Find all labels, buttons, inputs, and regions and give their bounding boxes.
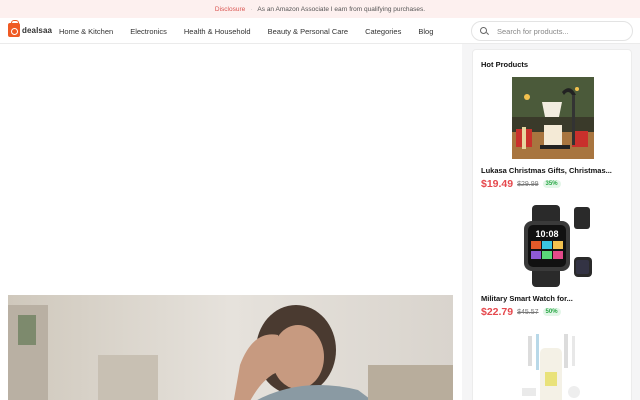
search-input[interactable] (497, 26, 627, 36)
logo-text: dealsaa (22, 25, 53, 35)
nav-item-electronics[interactable]: Electronics (130, 27, 167, 36)
article-hero-image (8, 295, 453, 400)
disclosure-text: As an Amazon Associate I earn from quali… (257, 5, 426, 13)
disclosure-label[interactable]: Disclosure (215, 6, 245, 13)
site-logo[interactable]: dealsaa (8, 20, 53, 37)
product-image-bottle-brush-set[interactable] (512, 332, 594, 400)
nav-item-home-kitchen[interactable]: Home & Kitchen (59, 27, 113, 36)
nav-item-categories[interactable]: Categories (365, 27, 401, 36)
discount-badge: 50% (542, 308, 561, 316)
product-price: $22.79 (481, 306, 514, 318)
shopping-bag-logo-icon (8, 20, 20, 37)
nav-item-beauty-personal-care[interactable]: Beauty & Personal Care (268, 27, 348, 36)
disclosure-separator: · (250, 5, 253, 13)
price-row: $19.49 $29.99 35% (481, 178, 561, 190)
main-content (0, 44, 462, 400)
sidebar-title: Hot Products (481, 60, 529, 69)
product-old-price: $29.99 (517, 180, 539, 188)
discount-badge: 35% (542, 180, 561, 188)
main-nav: Home & Kitchen Electronics Health & Hous… (59, 18, 450, 44)
stressed-woman-photo (8, 295, 453, 400)
product-name[interactable]: Lukasa Christmas Gifts, Christmas... (481, 166, 612, 175)
search-box[interactable] (471, 21, 633, 41)
product-name[interactable]: Military Smart Watch for... (481, 294, 573, 303)
hot-products-sidebar: Hot Products Lukasa Christmas Gifts, Chr… (472, 49, 632, 400)
product-old-price: $45.57 (517, 308, 539, 316)
search-icon[interactable] (480, 26, 489, 36)
nav-item-health-household[interactable]: Health & Household (184, 27, 251, 36)
product-price: $19.49 (481, 178, 514, 190)
disclosure-bar: Disclosure · As an Amazon Associate I ea… (0, 0, 640, 18)
svg-text:10:08: 10:08 (535, 229, 558, 239)
product-image-smart-watch[interactable]: 10:08 (512, 205, 594, 287)
product-image-candle-warmer[interactable] (512, 77, 594, 159)
price-row: $22.79 $45.57 50% (481, 306, 561, 318)
nav-item-blog[interactable]: Blog (418, 27, 433, 36)
